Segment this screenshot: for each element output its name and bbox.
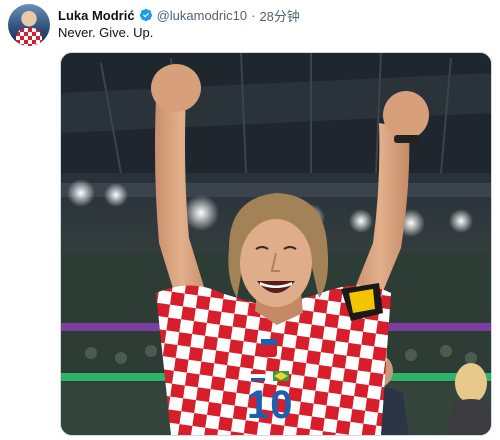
tweet-header: Luka Modrić @lukamodric10 · 28分钟 bbox=[58, 6, 300, 24]
header-separator: · bbox=[251, 7, 256, 23]
verified-badge-icon bbox=[139, 8, 153, 22]
author-handle[interactable]: @lukamodric10 bbox=[157, 8, 248, 23]
tweet-timestamp[interactable]: 28分钟 bbox=[259, 6, 299, 25]
celebration-photo-illustration bbox=[61, 53, 491, 435]
tweet-photo[interactable]: 10 bbox=[60, 52, 492, 436]
author-name[interactable]: Luka Modrić bbox=[58, 8, 135, 23]
avatar-jersey bbox=[16, 28, 42, 46]
tweet-text: Never. Give. Up. bbox=[58, 25, 154, 40]
author-avatar[interactable] bbox=[8, 4, 50, 46]
jersey-number: 10 bbox=[247, 383, 294, 427]
